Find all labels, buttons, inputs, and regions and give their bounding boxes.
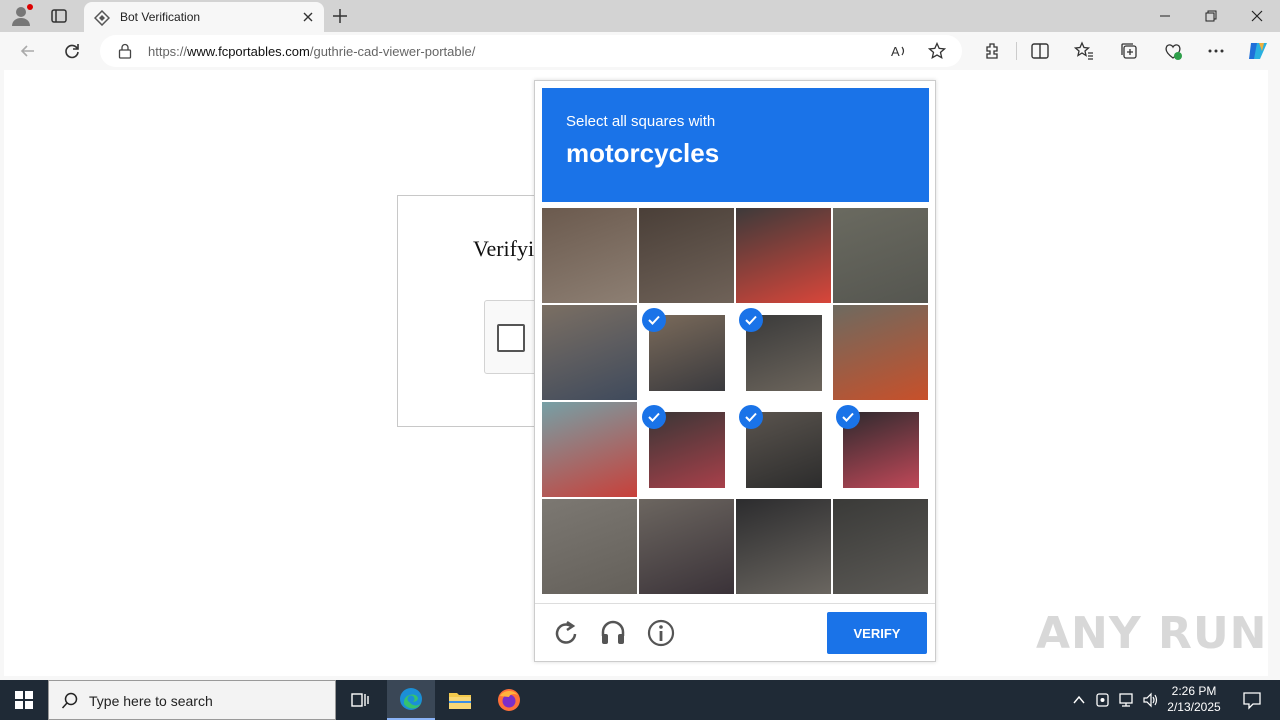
- close-window-button[interactable]: [1234, 0, 1280, 32]
- read-aloud-icon[interactable]: A: [890, 42, 908, 60]
- clock-time: 2:26 PM: [1171, 684, 1217, 698]
- page-favicon-icon: [93, 9, 111, 27]
- lock-icon[interactable]: [118, 43, 132, 59]
- captcha-tile-image: [542, 208, 637, 303]
- url-text[interactable]: https://www.fcportables.com/guthrie-cad-…: [148, 44, 475, 59]
- selected-check-icon: [739, 405, 763, 429]
- taskbar-firefox[interactable]: [485, 680, 533, 720]
- extensions-icon[interactable]: [982, 41, 1002, 61]
- info-icon[interactable]: [646, 618, 676, 648]
- tab-bot-verification[interactable]: Bot Verification: [84, 2, 324, 32]
- copilot-icon[interactable]: [1246, 39, 1270, 63]
- search-icon: [61, 692, 79, 710]
- network-icon[interactable]: [1118, 691, 1136, 709]
- captcha-tile[interactable]: [833, 208, 928, 303]
- captcha-tile[interactable]: [639, 499, 734, 594]
- captcha-checkbox[interactable]: [497, 324, 525, 352]
- captcha-tile[interactable]: [736, 305, 831, 400]
- reload-icon[interactable]: [551, 618, 581, 648]
- captcha-footer: VERIFY: [535, 603, 935, 661]
- windows-taskbar: Type here to search 2:26 PM 2/13/2025: [0, 680, 1280, 720]
- task-view-icon: [351, 693, 369, 707]
- selected-check-icon: [739, 308, 763, 332]
- selected-check-icon: [836, 405, 860, 429]
- tab-title: Bot Verification: [120, 10, 201, 24]
- captcha-tile[interactable]: [833, 499, 928, 594]
- captcha-tile[interactable]: [833, 402, 928, 497]
- captcha-tile[interactable]: [639, 208, 734, 303]
- captcha-target: motorcycles: [566, 138, 720, 168]
- taskbar-edge[interactable]: [387, 680, 435, 720]
- taskbar-search[interactable]: Type here to search: [48, 680, 336, 720]
- captcha-tile-image: [542, 305, 637, 400]
- new-tab-icon[interactable]: [331, 7, 349, 25]
- captcha-tile-image: [736, 208, 831, 303]
- svg-text:A: A: [891, 44, 900, 59]
- captcha-image-grid: [542, 208, 929, 595]
- captcha-tile-image: [639, 499, 734, 594]
- add-favorite-star-icon[interactable]: [927, 41, 947, 60]
- selected-check-icon: [642, 308, 666, 332]
- taskbar-file-explorer[interactable]: [436, 680, 484, 720]
- back-arrow-icon[interactable]: [18, 41, 38, 61]
- taskbar-clock[interactable]: 2:26 PM 2/13/2025: [1164, 683, 1224, 715]
- show-hidden-icons-chevron-icon[interactable]: [1070, 691, 1088, 709]
- notification-dot: [27, 4, 33, 10]
- meet-now-icon[interactable]: [1094, 691, 1112, 709]
- volume-icon[interactable]: [1142, 691, 1160, 709]
- edge-icon: [400, 688, 422, 710]
- task-view-button[interactable]: [336, 680, 384, 720]
- folder-icon: [449, 693, 471, 709]
- captcha-tile-image: [542, 402, 637, 497]
- tab-actions-icon[interactable]: [50, 7, 68, 25]
- captcha-tile[interactable]: [736, 499, 831, 594]
- notifications-button[interactable]: [1232, 680, 1272, 720]
- captcha-instruction: Select all squares with: [566, 113, 716, 130]
- captcha-tile-image: [833, 208, 928, 303]
- browser-titlebar: Bot Verification: [0, 0, 1280, 32]
- captcha-tile[interactable]: [639, 402, 734, 497]
- captcha-tile[interactable]: [833, 305, 928, 400]
- close-tab-icon[interactable]: [300, 9, 316, 25]
- start-button[interactable]: [0, 680, 48, 720]
- captcha-tile[interactable]: [736, 402, 831, 497]
- split-screen-icon[interactable]: [1030, 41, 1050, 61]
- firefox-icon: [498, 689, 520, 711]
- notification-center-icon: [1243, 692, 1261, 710]
- address-bar[interactable]: https://www.fcportables.com/guthrie-cad-…: [100, 35, 962, 67]
- browser-toolbar: https://www.fcportables.com/guthrie-cad-…: [0, 32, 1280, 70]
- restore-button[interactable]: [1188, 0, 1234, 32]
- captcha-header: Select all squares with motorcycles: [542, 88, 929, 202]
- captcha-tile-image: [542, 499, 637, 594]
- captcha-tile[interactable]: [542, 305, 637, 400]
- clock-date: 2/13/2025: [1167, 700, 1221, 714]
- captcha-tile[interactable]: [542, 208, 637, 303]
- browser-essentials-icon[interactable]: [1163, 41, 1183, 61]
- minimize-button[interactable]: [1142, 0, 1188, 32]
- captcha-challenge: Select all squares with motorcycles VERI…: [534, 80, 936, 662]
- more-options-icon[interactable]: [1206, 41, 1226, 61]
- captcha-tile[interactable]: [542, 499, 637, 594]
- collections-icon[interactable]: [1119, 41, 1139, 61]
- search-placeholder: Type here to search: [89, 693, 213, 709]
- verify-button[interactable]: VERIFY: [827, 612, 927, 654]
- verification-heading: Verifyi: [473, 236, 535, 261]
- windows-logo-icon: [15, 691, 33, 709]
- toolbar-separator: [1016, 42, 1017, 60]
- captcha-tile-image: [833, 305, 928, 400]
- captcha-tile-image: [833, 499, 928, 594]
- captcha-tile-image: [736, 499, 831, 594]
- anyrun-watermark: ANY RUN: [1036, 608, 1268, 659]
- captcha-tile[interactable]: [542, 402, 637, 497]
- profile-avatar-icon[interactable]: [10, 4, 33, 27]
- refresh-icon[interactable]: [62, 41, 82, 61]
- favorites-icon[interactable]: [1073, 41, 1094, 61]
- selected-check-icon: [642, 405, 666, 429]
- captcha-tile[interactable]: [736, 208, 831, 303]
- captcha-tile-image: [639, 208, 734, 303]
- audio-challenge-icon[interactable]: [598, 618, 628, 648]
- captcha-tile[interactable]: [639, 305, 734, 400]
